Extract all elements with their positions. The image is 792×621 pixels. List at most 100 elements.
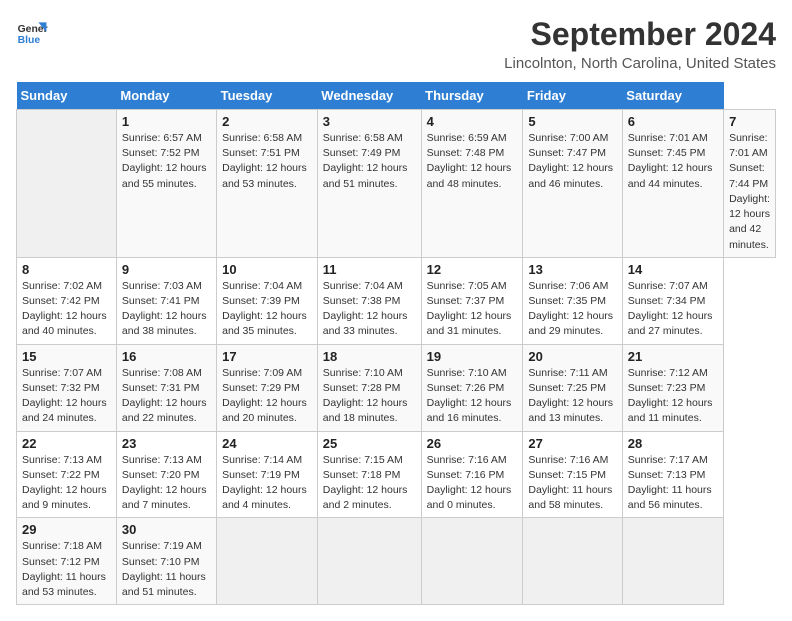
calendar-cell: 24 Sunrise: 7:14 AMSunset: 7:19 PMDayligh… — [217, 431, 318, 518]
day-number: 18 — [323, 349, 416, 364]
day-info: Sunrise: 6:58 AMSunset: 7:49 PMDaylight:… — [323, 131, 416, 192]
day-info: Sunrise: 7:02 AMSunset: 7:42 PMDaylight:… — [22, 279, 111, 340]
day-header-saturday: Saturday — [622, 82, 723, 110]
day-number: 16 — [122, 349, 211, 364]
day-info: Sunrise: 7:19 AMSunset: 7:10 PMDaylight:… — [122, 539, 211, 600]
calendar-cell: 16 Sunrise: 7:08 AMSunset: 7:31 PMDayligh… — [116, 344, 216, 431]
calendar-cell — [217, 518, 318, 605]
calendar-cell: 22 Sunrise: 7:13 AMSunset: 7:22 PMDayligh… — [17, 431, 117, 518]
logo: General Blue — [16, 16, 48, 48]
calendar-cell: 8 Sunrise: 7:02 AMSunset: 7:42 PMDaylight… — [17, 257, 117, 344]
day-number: 6 — [628, 114, 718, 129]
day-info: Sunrise: 7:07 AMSunset: 7:34 PMDaylight:… — [628, 279, 718, 340]
day-number: 15 — [22, 349, 111, 364]
day-info: Sunrise: 7:06 AMSunset: 7:35 PMDaylight:… — [528, 279, 616, 340]
calendar-cell: 1 Sunrise: 6:57 AMSunset: 7:52 PMDaylight… — [116, 110, 216, 258]
calendar-cell — [421, 518, 523, 605]
day-number: 1 — [122, 114, 211, 129]
day-number: 4 — [427, 114, 518, 129]
day-number: 22 — [22, 436, 111, 451]
day-info: Sunrise: 7:18 AMSunset: 7:12 PMDaylight:… — [22, 539, 111, 600]
day-info: Sunrise: 7:01 AMSunset: 7:45 PMDaylight:… — [628, 131, 718, 192]
day-info: Sunrise: 7:15 AMSunset: 7:18 PMDaylight:… — [323, 453, 416, 514]
calendar-cell: 9Sunrise: 7:03 AMSunset: 7:41 PMDaylight… — [116, 257, 216, 344]
day-number: 13 — [528, 262, 616, 277]
calendar-cell — [523, 518, 622, 605]
day-header-tuesday: Tuesday — [217, 82, 318, 110]
day-number: 17 — [222, 349, 312, 364]
day-info: Sunrise: 6:58 AMSunset: 7:51 PMDaylight:… — [222, 131, 312, 192]
calendar-cell: 10Sunrise: 7:04 AMSunset: 7:39 PMDayligh… — [217, 257, 318, 344]
page-subtitle: Lincolnton, North Carolina, United State… — [504, 55, 776, 72]
day-info: Sunrise: 6:57 AMSunset: 7:52 PMDaylight:… — [122, 131, 211, 192]
calendar-cell: 14 Sunrise: 7:07 AMSunset: 7:34 PMDayligh… — [622, 257, 723, 344]
calendar-cell: 20 Sunrise: 7:11 AMSunset: 7:25 PMDayligh… — [523, 344, 622, 431]
day-number: 11 — [323, 262, 416, 277]
calendar-cell: 13 Sunrise: 7:06 AMSunset: 7:35 PMDayligh… — [523, 257, 622, 344]
calendar-header-row: SundayMondayTuesdayWednesdayThursdayFrid… — [17, 82, 776, 110]
calendar-week-3: 15 Sunrise: 7:07 AMSunset: 7:32 PMDayligh… — [17, 344, 776, 431]
calendar-cell: 5 Sunrise: 7:00 AMSunset: 7:47 PMDaylight… — [523, 110, 622, 258]
calendar-cell — [17, 110, 117, 258]
calendar-body: 1 Sunrise: 6:57 AMSunset: 7:52 PMDaylight… — [17, 110, 776, 605]
calendar-cell: 11Sunrise: 7:04 AMSunset: 7:38 PMDayligh… — [317, 257, 421, 344]
calendar-cell: 7Sunrise: 7:01 AMSunset: 7:44 PMDaylight… — [724, 110, 776, 258]
calendar-cell: 28 Sunrise: 7:17 AMSunset: 7:13 PMDayligh… — [622, 431, 723, 518]
calendar-cell: 18 Sunrise: 7:10 AMSunset: 7:28 PMDayligh… — [317, 344, 421, 431]
calendar-cell: 19 Sunrise: 7:10 AMSunset: 7:26 PMDayligh… — [421, 344, 523, 431]
day-header-wednesday: Wednesday — [317, 82, 421, 110]
day-header-sunday: Sunday — [17, 82, 117, 110]
day-info: Sunrise: 7:01 AMSunset: 7:44 PMDaylight:… — [729, 131, 770, 253]
day-number: 12 — [427, 262, 518, 277]
logo-icon: General Blue — [16, 16, 48, 48]
calendar-cell: 3 Sunrise: 6:58 AMSunset: 7:49 PMDaylight… — [317, 110, 421, 258]
day-number: 3 — [323, 114, 416, 129]
calendar-cell: 4 Sunrise: 6:59 AMSunset: 7:48 PMDaylight… — [421, 110, 523, 258]
day-info: Sunrise: 7:17 AMSunset: 7:13 PMDaylight:… — [628, 453, 718, 514]
day-info: Sunrise: 7:08 AMSunset: 7:31 PMDaylight:… — [122, 366, 211, 427]
calendar-week-4: 22 Sunrise: 7:13 AMSunset: 7:22 PMDayligh… — [17, 431, 776, 518]
day-info: Sunrise: 7:07 AMSunset: 7:32 PMDaylight:… — [22, 366, 111, 427]
day-info: Sunrise: 7:14 AMSunset: 7:19 PMDaylight:… — [222, 453, 312, 514]
day-header-thursday: Thursday — [421, 82, 523, 110]
calendar-cell: 15 Sunrise: 7:07 AMSunset: 7:32 PMDayligh… — [17, 344, 117, 431]
day-number: 9 — [122, 262, 211, 277]
day-number: 19 — [427, 349, 518, 364]
day-header-monday: Monday — [116, 82, 216, 110]
calendar-cell: 27Sunrise: 7:16 AMSunset: 7:15 PMDayligh… — [523, 431, 622, 518]
calendar-week-1: 1 Sunrise: 6:57 AMSunset: 7:52 PMDaylight… — [17, 110, 776, 258]
day-info: Sunrise: 7:00 AMSunset: 7:47 PMDaylight:… — [528, 131, 616, 192]
day-number: 5 — [528, 114, 616, 129]
day-info: Sunrise: 7:16 AMSunset: 7:15 PMDaylight:… — [528, 453, 616, 514]
calendar-cell: 2 Sunrise: 6:58 AMSunset: 7:51 PMDaylight… — [217, 110, 318, 258]
day-info: Sunrise: 7:04 AMSunset: 7:39 PMDaylight:… — [222, 279, 312, 340]
day-number: 2 — [222, 114, 312, 129]
day-number: 14 — [628, 262, 718, 277]
day-info: Sunrise: 7:09 AMSunset: 7:29 PMDaylight:… — [222, 366, 312, 427]
title-area: September 2024 Lincolnton, North Carolin… — [504, 16, 776, 72]
day-number: 28 — [628, 436, 718, 451]
calendar-cell: 23Sunrise: 7:13 AMSunset: 7:20 PMDayligh… — [116, 431, 216, 518]
calendar-cell: 30Sunrise: 7:19 AMSunset: 7:10 PMDayligh… — [116, 518, 216, 605]
calendar-cell: 17 Sunrise: 7:09 AMSunset: 7:29 PMDayligh… — [217, 344, 318, 431]
calendar-cell — [622, 518, 723, 605]
calendar-cell: 26 Sunrise: 7:16 AMSunset: 7:16 PMDayligh… — [421, 431, 523, 518]
page-header: General Blue September 2024 Lincolnton, … — [16, 16, 776, 72]
day-number: 26 — [427, 436, 518, 451]
day-info: Sunrise: 7:10 AMSunset: 7:28 PMDaylight:… — [323, 366, 416, 427]
day-number: 24 — [222, 436, 312, 451]
day-number: 20 — [528, 349, 616, 364]
day-number: 25 — [323, 436, 416, 451]
day-info: Sunrise: 7:16 AMSunset: 7:16 PMDaylight:… — [427, 453, 518, 514]
calendar-cell: 21Sunrise: 7:12 AMSunset: 7:23 PMDayligh… — [622, 344, 723, 431]
day-number: 8 — [22, 262, 111, 277]
svg-text:Blue: Blue — [18, 35, 41, 46]
calendar-table: SundayMondayTuesdayWednesdayThursdayFrid… — [16, 82, 776, 605]
day-info: Sunrise: 7:13 AMSunset: 7:20 PMDaylight:… — [122, 453, 211, 514]
calendar-cell: 29Sunrise: 7:18 AMSunset: 7:12 PMDayligh… — [17, 518, 117, 605]
day-info: Sunrise: 6:59 AMSunset: 7:48 PMDaylight:… — [427, 131, 518, 192]
calendar-cell: 6 Sunrise: 7:01 AMSunset: 7:45 PMDaylight… — [622, 110, 723, 258]
day-info: Sunrise: 7:13 AMSunset: 7:22 PMDaylight:… — [22, 453, 111, 514]
day-info: Sunrise: 7:10 AMSunset: 7:26 PMDaylight:… — [427, 366, 518, 427]
day-info: Sunrise: 7:11 AMSunset: 7:25 PMDaylight:… — [528, 366, 616, 427]
